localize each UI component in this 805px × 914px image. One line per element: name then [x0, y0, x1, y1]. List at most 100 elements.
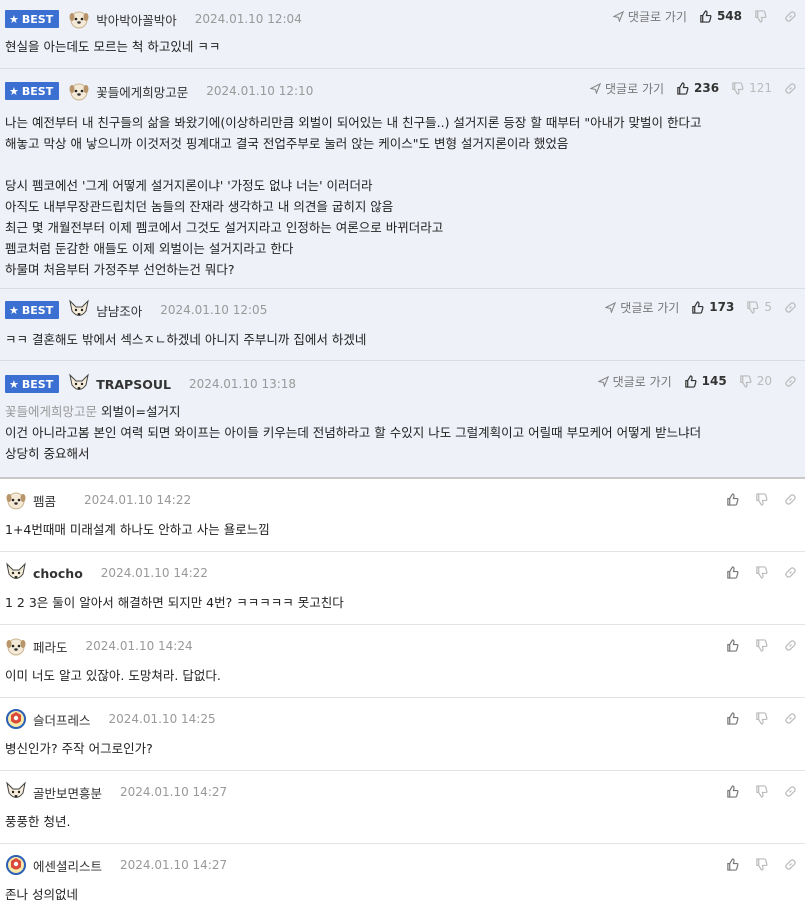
upvote-button[interactable]: 173 [691, 300, 734, 314]
author-nick[interactable]: 페라도 [33, 637, 68, 656]
link-icon [785, 375, 796, 387]
comment-item: ★ BEST 꽃들에게희망고문 2024.01.10 12:10 댓글로 가기 2… [0, 69, 805, 289]
upvote-button[interactable] [726, 784, 739, 798]
comment-date: 2024.01.10 14:27 [120, 785, 228, 799]
upvote-button[interactable] [726, 857, 739, 871]
downvote-count: 20 [756, 374, 772, 388]
downvote-button[interactable] [754, 9, 772, 23]
downvote-button[interactable] [755, 565, 768, 579]
comment-body: 1+4번때매 미래설계 하나도 안하고 사는 욜로느낌 [5, 522, 270, 537]
best-badge: ★ BEST [5, 10, 60, 28]
comment-actions [714, 709, 797, 727]
upvote-button[interactable] [726, 565, 739, 579]
downvote-button[interactable] [755, 492, 768, 506]
downvote-button[interactable]: 20 [739, 374, 772, 388]
send-icon [605, 301, 617, 313]
author-nick[interactable]: 골반보면흥분 [33, 783, 102, 802]
share-button[interactable] [784, 858, 797, 871]
author-nick[interactable]: chocho [33, 566, 83, 581]
author-nick[interactable]: 꽃들에게희망고문 [96, 82, 188, 101]
thumbs-up-icon [727, 492, 739, 506]
comment-date: 2024.01.10 12:04 [194, 12, 302, 26]
link-icon [785, 301, 796, 313]
comment-date: 2024.01.10 14:24 [85, 639, 193, 653]
downvote-button[interactable]: 5 [746, 300, 772, 314]
downvote-button[interactable]: 121 [731, 81, 772, 95]
reply-link[interactable]: 댓글로 가기 [590, 80, 664, 97]
thumbs-down-icon [747, 300, 759, 314]
share-button[interactable] [784, 375, 797, 388]
upvote-button[interactable]: 236 [676, 81, 719, 95]
thumbs-up-icon [727, 638, 739, 652]
author-nick[interactable]: 에센셜리스트 [33, 856, 102, 875]
comment-date: 2024.01.10 14:22 [100, 566, 208, 580]
star-icon: ★ [9, 12, 19, 26]
star-icon: ★ [9, 84, 19, 98]
downvote-button[interactable] [755, 784, 768, 798]
thumbs-up-icon [727, 857, 739, 871]
best-badge: ★ BEST [5, 301, 60, 319]
downvote-count: 121 [749, 81, 772, 95]
comment-actions [714, 636, 797, 654]
fox-icon [6, 781, 26, 798]
comment-body: 1 2 3은 둘이 알아서 해결하면 되지만 4번? ㅋㅋㅋㅋㅋ 못고친다 [5, 595, 344, 610]
upvote-button[interactable]: 145 [684, 374, 727, 388]
share-button[interactable] [784, 301, 797, 314]
crest-icon [6, 709, 26, 729]
link-icon [785, 712, 796, 724]
quoted-user[interactable]: 꽃들에게희망고문 [5, 404, 97, 419]
puppy-icon [69, 83, 89, 101]
thumbs-up-icon [700, 9, 712, 23]
downvote-button[interactable] [755, 638, 768, 652]
comment-actions: 댓글로 가기 236 121 [590, 79, 797, 97]
thumbs-down-icon [756, 492, 768, 506]
share-button[interactable] [784, 566, 797, 579]
upvote-count: 173 [709, 300, 735, 314]
share-button[interactable] [784, 785, 797, 798]
author-nick[interactable]: 냠냠조아 [96, 301, 142, 320]
share-button[interactable] [784, 493, 797, 506]
downvote-button[interactable] [755, 857, 768, 871]
comment-item: ★ BEST 박아박아꼴박아 2024.01.10 12:04 댓글로 가기 54… [0, 0, 805, 69]
comment-date: 2024.01.10 13:18 [188, 377, 297, 391]
comment-date: 2024.01.10 14:25 [108, 712, 216, 726]
share-button[interactable] [784, 712, 797, 725]
comment-date: 2024.01.10 14:27 [120, 858, 228, 872]
thumbs-down-icon [756, 565, 768, 579]
thumbs-down-icon [756, 784, 768, 798]
quote-text: 외벌이=설거지 [97, 404, 181, 419]
thumbs-down-icon [732, 81, 744, 95]
share-button[interactable] [784, 639, 797, 652]
upvote-button[interactable] [726, 711, 739, 725]
author-nick[interactable]: 박아박아꼴박아 [96, 10, 177, 29]
thumbs-up-icon [677, 81, 689, 95]
thumbs-up-icon [727, 565, 739, 579]
share-button[interactable] [784, 10, 797, 23]
author-nick[interactable]: TRAPSOUL [96, 377, 171, 392]
thumbs-down-icon [756, 857, 768, 871]
upvote-button[interactable] [726, 492, 739, 506]
author-nick[interactable]: 펨콤 [33, 491, 56, 510]
downvote-button[interactable] [755, 711, 768, 725]
author-nick[interactable]: 슬더프레스 [33, 710, 91, 729]
comment-item: 골반보면흥분 2024.01.10 14:27 풍풍한 청년. [0, 771, 805, 844]
comment-item: 펨콤 2024.01.10 14:22 1+4번때매 미래설계 하나도 안하고 … [0, 479, 805, 552]
upvote-count: 236 [694, 81, 720, 95]
comment-actions [714, 490, 797, 508]
comment-item: ★ BEST TRAPSOUL 2024.01.10 13:18 댓글로 가기 1… [0, 361, 805, 479]
reply-link[interactable]: 댓글로 가기 [612, 8, 687, 25]
upvote-button[interactable]: 548 [699, 9, 742, 23]
comment-actions: 댓글로 가기 173 5 [605, 298, 797, 316]
send-icon [590, 82, 602, 94]
comment-actions: 댓글로 가기 145 20 [597, 372, 797, 390]
reply-link[interactable]: 댓글로 가기 [605, 299, 679, 316]
thumbs-up-icon [727, 711, 739, 725]
send-icon [597, 375, 609, 387]
reply-link[interactable]: 댓글로 가기 [597, 373, 672, 390]
share-button[interactable] [784, 82, 797, 95]
comment-item: ★ BEST 냠냠조아 2024.01.10 12:05 댓글로 가기 173 5… [0, 289, 805, 361]
upvote-button[interactable] [726, 638, 739, 652]
comment-item: 슬더프레스 2024.01.10 14:25 병신인가? 주작 어그로인가? [0, 698, 805, 771]
comment-body: 병신인가? 주작 어그로인가? [5, 741, 153, 756]
comment-date: 2024.01.10 14:22 [84, 493, 192, 507]
